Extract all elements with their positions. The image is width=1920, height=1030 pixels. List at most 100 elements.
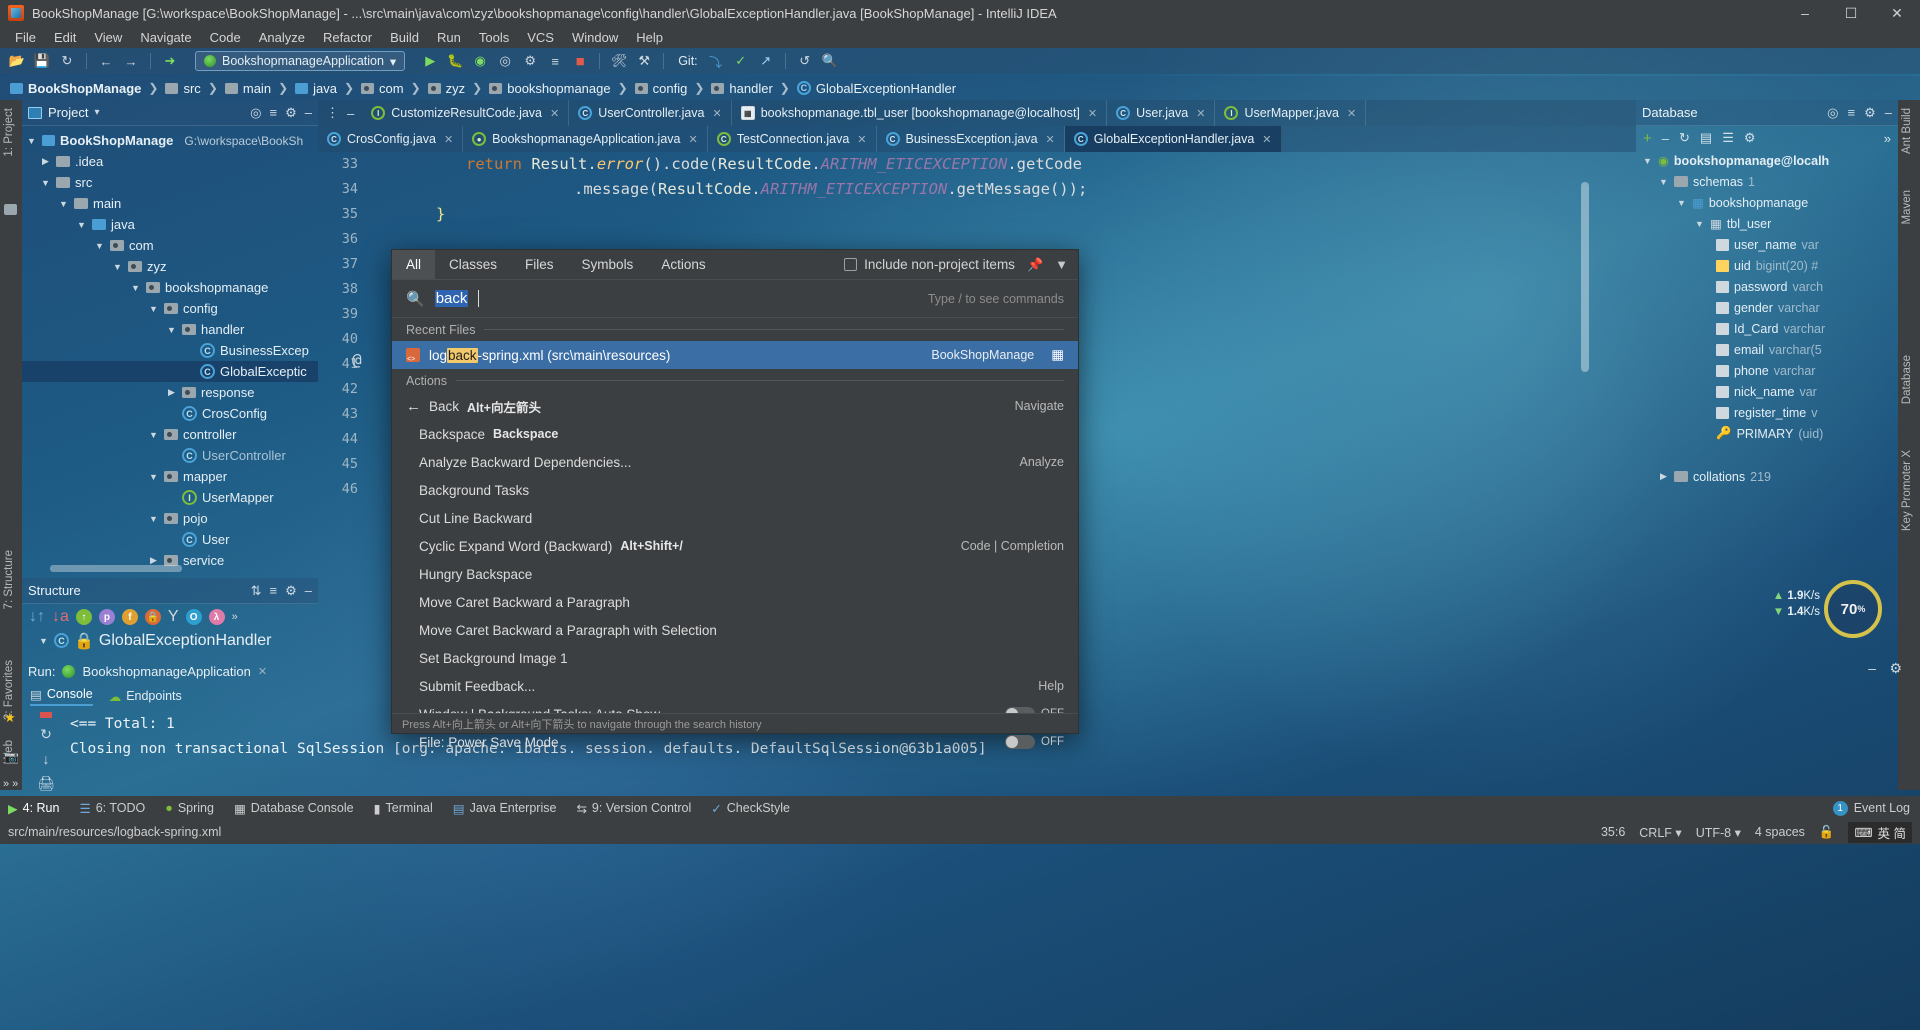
se-tab-files[interactable]: Files <box>511 250 568 279</box>
editor-tab-user-java[interactable]: C User.java ✕ <box>1107 100 1216 126</box>
db-row-column[interactable]: user_name var <box>1636 234 1898 255</box>
history-icon[interactable]: ↺ <box>794 50 816 72</box>
toggle-switch[interactable] <box>1005 735 1035 749</box>
editor-tab-tbl-user[interactable]: ▦ bookshopmanage.tbl_user [bookshopmanag… <box>732 100 1108 126</box>
more-icon[interactable]: » <box>1884 131 1891 146</box>
checkbox-icon[interactable] <box>844 258 858 271</box>
breadcrumb-item-config[interactable]: config <box>633 81 690 96</box>
editor-code[interactable]: return Result.error().code(ResultCode.AR… <box>374 152 1087 227</box>
run-with-coverage-icon[interactable]: ◉ <box>469 50 491 72</box>
show-inherited-icon[interactable]: ↑ <box>75 609 92 625</box>
tree-row-main[interactable]: ▼ main <box>22 193 318 214</box>
se-tab-all[interactable]: All <box>392 250 436 279</box>
rail-item-database[interactable]: Database <box>1901 355 1913 404</box>
tree-row-bookshopmanage[interactable]: ▼ bookshopmanage <box>22 277 318 298</box>
tree-toggle[interactable]: ▼ <box>148 514 159 524</box>
menu-file[interactable]: File <box>6 28 45 47</box>
gear-icon[interactable]: ⚙ <box>1864 105 1876 121</box>
db-row-column[interactable]: register_time v <box>1636 402 1898 423</box>
tree-toggle[interactable]: ▼ <box>38 636 49 646</box>
maximize-button[interactable]: ☐ <box>1828 0 1874 26</box>
se-action-hungry-backspace[interactable]: Hungry Backspace <box>392 560 1078 588</box>
db-row-connection[interactable]: ▼ ◉ bookshopmanage@localh <box>1636 150 1898 171</box>
filter-icon[interactable]: ▼ <box>1055 257 1068 272</box>
breadcrumb-item-src[interactable]: src <box>163 81 202 96</box>
db-row-column[interactable]: gender varchar <box>1636 297 1898 318</box>
sql-console-icon[interactable]: ▤ <box>1700 130 1712 146</box>
open-folder-icon[interactable]: 📂 <box>6 50 28 72</box>
tree-toggle[interactable]: ▼ <box>76 220 87 230</box>
tool-window-database-console[interactable]: ▦ Database Console <box>234 801 354 816</box>
scroll-down-icon[interactable]: ↓ <box>43 751 50 767</box>
chevron-right-double-icon[interactable]: » » <box>3 778 18 790</box>
tree-toggle[interactable]: ▼ <box>94 241 105 251</box>
attach-process-icon[interactable]: ≡ <box>544 50 566 72</box>
tree-row-pojo[interactable]: ▼ pojo <box>22 508 318 529</box>
menu-edit[interactable]: Edit <box>45 28 85 47</box>
tree-row-zyz[interactable]: ▼ zyz <box>22 256 318 277</box>
se-action-backspace[interactable]: Backspace Backspace <box>392 420 1078 448</box>
breadcrumb-item-java[interactable]: java <box>293 81 339 96</box>
db-row-table[interactable]: ▼ ▦ tbl_user <box>1636 213 1898 234</box>
close-button[interactable]: ✕ <box>1874 0 1920 26</box>
tree-row-business-exception[interactable]: C BusinessExcep <box>22 340 318 361</box>
tree-toggle[interactable]: ▶ <box>40 156 51 167</box>
tree-toggle[interactable]: ▼ <box>148 472 159 482</box>
menu-code[interactable]: Code <box>201 28 250 47</box>
close-icon[interactable]: ✕ <box>857 133 866 146</box>
status-caret-position[interactable]: 35:6 <box>1601 825 1625 839</box>
run-configuration-selector[interactable]: BookshopmanageApplication ▾ <box>195 51 406 71</box>
se-tab-actions[interactable]: Actions <box>647 250 719 279</box>
ime-indicator[interactable]: ⌨ 英 简 <box>1848 821 1912 843</box>
tree-row-controller[interactable]: ▼ controller <box>22 424 318 445</box>
breadcrumb-item-handler[interactable]: handler <box>709 81 774 96</box>
stop-icon[interactable] <box>40 712 52 718</box>
menu-build[interactable]: Build <box>381 28 428 47</box>
tree-toggle[interactable]: ▼ <box>1676 198 1687 208</box>
build-icon[interactable]: 🛠 <box>608 50 630 72</box>
close-icon[interactable]: ✕ <box>1046 133 1055 146</box>
settings-gear-icon[interactable]: ⚙ <box>1889 660 1902 677</box>
collapse-all-icon[interactable]: ≡ <box>270 105 278 120</box>
expand-all-icon[interactable]: ⇅ <box>251 583 262 599</box>
search-input-value[interactable]: back <box>434 290 469 307</box>
tree-toggle[interactable]: ▼ <box>148 430 159 440</box>
menu-window[interactable]: Window <box>563 28 627 47</box>
db-row-column[interactable]: Id_Card varchar <box>1636 318 1898 339</box>
tree-row-mapper[interactable]: ▼ mapper <box>22 466 318 487</box>
group-methods-icon[interactable]: Y <box>168 608 179 626</box>
search-everywhere-popup[interactable]: All Classes Files Symbols Actions Includ… <box>391 249 1079 750</box>
tree-toggle[interactable]: ▼ <box>26 136 37 146</box>
tree-row-com[interactable]: ▼ com <box>22 235 318 256</box>
pin-icon[interactable]: 📌 <box>1027 257 1043 273</box>
commit-icon[interactable]: ✓ <box>730 50 752 72</box>
se-action-cut-line-backward[interactable]: Cut Line Backward <box>392 504 1078 532</box>
show-anonymous-icon[interactable]: O <box>185 609 202 625</box>
tool-window-terminal[interactable]: ▮ Terminal <box>374 801 433 816</box>
refresh-icon[interactable]: ↻ <box>1679 130 1690 146</box>
menu-navigate[interactable]: Navigate <box>131 28 200 47</box>
tree-toggle[interactable]: ▼ <box>166 325 177 335</box>
tree-row-response[interactable]: ▶ response <box>22 382 318 403</box>
status-line-separator[interactable]: CRLF ▾ <box>1639 825 1681 840</box>
db-row-schemas[interactable]: ▼ schemas 1 <box>1636 171 1898 192</box>
rail-item-maven[interactable]: Maven <box>1901 190 1913 225</box>
show-non-public-icon[interactable]: 🔒 <box>144 609 161 625</box>
save-icon[interactable]: 💾 <box>31 50 53 72</box>
run-icon[interactable]: ▶ <box>419 50 441 72</box>
minimize-button[interactable]: – <box>1782 0 1828 26</box>
tool-window-todo[interactable]: ☰ 6: TODO <box>79 801 145 816</box>
tool-window-run[interactable]: ▶ 4: Run <box>8 801 59 816</box>
editor-tab-global-exception-handler[interactable]: C GlobalExceptionHandler.java ✕ <box>1064 126 1282 152</box>
tool-window-checkstyle[interactable]: ✓ CheckStyle <box>711 801 790 816</box>
debug-icon[interactable]: 🐛 <box>444 50 466 72</box>
se-tab-symbols[interactable]: Symbols <box>568 250 648 279</box>
search-icon[interactable]: 🔍 <box>819 50 841 72</box>
menu-help[interactable]: Help <box>627 28 672 47</box>
tree-toggle[interactable]: ▼ <box>148 304 159 314</box>
search-everywhere-input[interactable]: 🔍 back Type / to see commands <box>392 280 1078 318</box>
run-tab-endpoints[interactable]: ☁ Endpoints <box>109 689 182 704</box>
tree-row-handler[interactable]: ▼ handler <box>22 319 318 340</box>
locate-icon[interactable]: ◎ <box>250 105 261 121</box>
se-action-set-background-image[interactable]: Set Background Image 1 <box>392 644 1078 672</box>
